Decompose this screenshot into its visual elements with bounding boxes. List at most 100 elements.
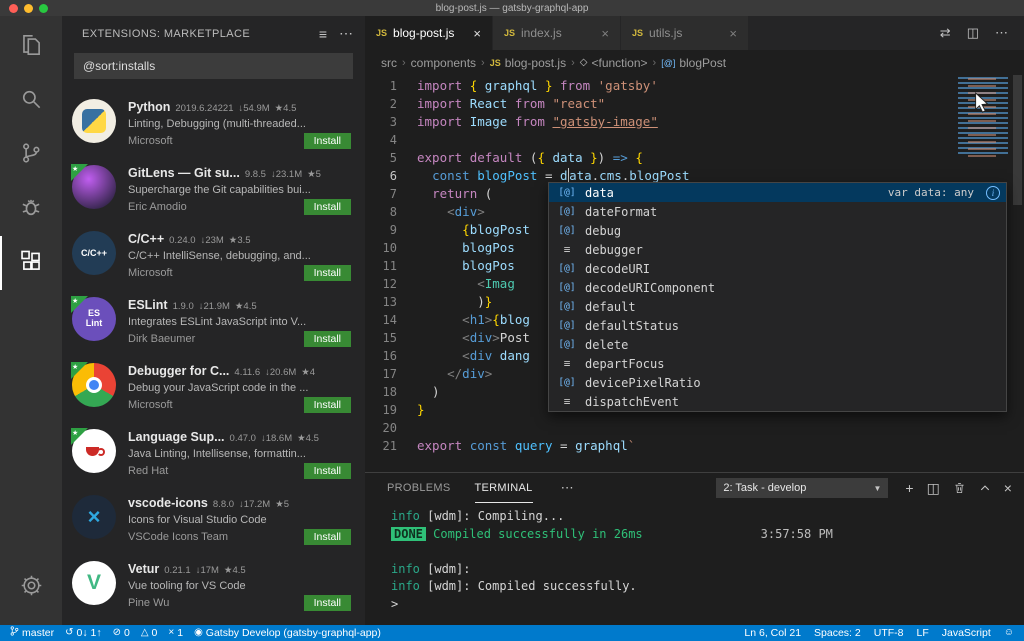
status-item[interactable]: LF — [916, 626, 928, 640]
extension-item[interactable]: ★ Language Sup... 0.47.0 ↓18.6M ★4.5 Java Lin… — [62, 419, 365, 485]
tab-terminal[interactable]: TERMINAL — [474, 473, 533, 503]
install-button[interactable]: Install — [303, 529, 351, 545]
extension-version: 0.47.0 — [229, 433, 256, 444]
suggest-item[interactable]: [@] decodeURIComponent — [549, 278, 1006, 297]
install-button[interactable]: Install — [303, 397, 351, 413]
extension-item[interactable]: Python 2019.6.24221 ↓54.9M ★4.5 Linting, Deb… — [62, 89, 365, 155]
extension-version: 2019.6.24221 — [175, 103, 234, 114]
install-button[interactable]: Install — [303, 265, 351, 281]
info-icon[interactable]: i — [986, 185, 1000, 200]
status-item[interactable]: UTF-8 — [874, 626, 904, 640]
suggest-item[interactable]: [@] data var data: any i — [549, 183, 1006, 202]
suggest-item[interactable]: [@] dateFormat — [549, 202, 1006, 221]
sidebar-item-debug[interactable] — [0, 182, 62, 236]
terminal-select-value: 2: Task - develop — [723, 482, 807, 494]
suggest-item[interactable]: [@] defaultStatus — [549, 316, 1006, 335]
more-actions-icon[interactable]: ⋯ — [339, 25, 353, 42]
filter-icon[interactable]: ≡ — [319, 26, 327, 42]
open-changes-icon[interactable]: ⇄ — [940, 25, 951, 41]
split-terminal-icon[interactable]: ◫ — [927, 480, 940, 497]
split-editor-icon[interactable]: ◫ — [967, 25, 979, 41]
close-tab-icon[interactable]: × — [601, 26, 609, 41]
sidebar-item-source-control[interactable] — [0, 128, 62, 182]
status-item[interactable]: Spaces: 2 — [814, 626, 861, 640]
extension-item[interactable]: V Vetur 0.21.1 ↓17M ★4.5 Vue tooling for VS C… — [62, 551, 365, 617]
suggest-item[interactable]: ≡ departFocus — [549, 354, 1006, 373]
close-tab-icon[interactable]: × — [473, 26, 481, 41]
settings-gear-icon — [19, 573, 44, 603]
install-button[interactable]: Install — [303, 331, 351, 347]
extension-item[interactable]: ★ GitLens — Git su... 9.8.5 ↓23.1M ★5 Superch… — [62, 155, 365, 221]
panel-action-icons: + ◫ × — [905, 480, 1012, 497]
tab-utils.js[interactable]: JS utils.js × — [621, 16, 749, 50]
extension-name: GitLens — Git su... — [128, 166, 240, 180]
more-actions-icon[interactable]: ⋯ — [995, 25, 1008, 41]
line-number: 13 — [382, 295, 397, 309]
suggest-item[interactable]: [@] debug — [549, 221, 1006, 240]
breadcrumb: src › components › JS blog-post.js › ◇ <function… — [365, 50, 1024, 75]
breadcrumb-item[interactable]: JS blog-post.js — [490, 56, 566, 70]
close-window-icon[interactable] — [9, 3, 18, 13]
close-panel-icon[interactable]: × — [1004, 480, 1012, 496]
close-tab-icon[interactable]: × — [729, 26, 737, 41]
status-item-gatsby-task[interactable]: ◉ Gatsby Develop (gatsby-graphql-app) — [194, 626, 381, 640]
suggest-item[interactable]: [@] decodeURI — [549, 259, 1006, 278]
extension-item[interactable]: × vscode-icons 8.8.0 ↓17.2M ★5 Icons for Visu… — [62, 485, 365, 551]
suggest-item[interactable]: [@] delete — [549, 335, 1006, 354]
status-item-warnings[interactable]: △ 0 — [141, 626, 158, 640]
status-item[interactable]: Ln 6, Col 21 — [744, 626, 801, 640]
status-item-feedback-smiley[interactable]: ☺ — [1004, 626, 1014, 640]
status-item-close[interactable]: × 1 — [168, 626, 183, 640]
tab-index.js[interactable]: JS index.js × — [493, 16, 621, 50]
manage-settings-button[interactable] — [0, 561, 62, 615]
recommended-flag-icon: ★ — [71, 428, 88, 445]
extension-name: vscode-icons — [128, 496, 208, 510]
install-button[interactable]: Install — [303, 133, 351, 149]
code-editor[interactable]: 1 import { graphql } from 'gatsby' 2 import… — [365, 75, 1024, 472]
status-item[interactable]: JavaScript — [942, 626, 991, 640]
tab-blog-post.js[interactable]: JS blog-post.js × — [365, 16, 493, 50]
suggest-item[interactable]: [@] devicePixelRatio — [549, 373, 1006, 392]
warnings-icon: △ — [140, 627, 149, 638]
breadcrumb-item[interactable]: src — [381, 56, 397, 70]
new-terminal-icon[interactable]: + — [905, 480, 913, 496]
zoom-window-icon[interactable] — [39, 3, 48, 13]
extension-name: Debugger for C... — [128, 364, 230, 378]
status-text: 1 — [177, 627, 184, 639]
terminal-output[interactable]: info [wdm]: Compiling... DONE Compiled su… — [365, 503, 1024, 625]
terminal-line: info [wdm]: Compiling... — [391, 509, 565, 523]
scrollbar-thumb[interactable] — [1013, 75, 1022, 205]
status-item-git-branch[interactable]: master — [10, 625, 54, 641]
breadcrumb-item[interactable]: components — [411, 56, 476, 70]
breadcrumb-item[interactable]: ◇ <function> — [580, 56, 648, 70]
status-item-sync[interactable]: ↺ 0↓ 1↑ — [65, 626, 102, 640]
suggest-item[interactable]: ≡ dispatchEvent — [549, 392, 1006, 411]
install-button[interactable]: Install — [303, 463, 351, 479]
extension-item[interactable]: ★ Debugger for C... 4.11.6 ↓20.6M ★4 Debug yo… — [62, 353, 365, 419]
status-item-errors[interactable]: ⊘ 0 — [113, 626, 130, 640]
panel-more-actions-icon[interactable]: ⋯ — [561, 480, 574, 496]
extension-item[interactable]: ★ ES Lint ESLint 1.9.0 ↓21.9M ★4.5 Integrates … — [62, 287, 365, 353]
extension-publisher: Dirk Baeumer — [128, 333, 196, 345]
breadcrumb-item[interactable]: [@] blogPost — [661, 56, 726, 70]
suggest-item[interactable]: [@] default — [549, 297, 1006, 316]
sidebar-item-search[interactable] — [0, 74, 62, 128]
install-button[interactable]: Install — [303, 595, 351, 611]
maximize-panel-icon[interactable] — [979, 482, 991, 494]
status-text: 0 — [151, 627, 158, 639]
chevron-right-icon: › — [652, 56, 657, 69]
extension-item[interactable]: C/C++ C/C++ 0.24.0 ↓23M ★3.5 C/C++ IntelliSen… — [62, 221, 365, 287]
install-button[interactable]: Install — [303, 199, 351, 215]
sidebar-item-explorer[interactable] — [0, 20, 62, 74]
feedback-smiley-icon: ☺ — [1003, 627, 1014, 638]
tab-problems[interactable]: PROBLEMS — [387, 473, 451, 503]
line-number: 5 — [389, 151, 397, 165]
terminal-select[interactable]: 2: Task - develop ▼ — [716, 478, 889, 498]
minimize-window-icon[interactable] — [24, 3, 33, 13]
suggest-item[interactable]: ≡ debugger — [549, 240, 1006, 259]
kill-terminal-icon[interactable] — [953, 481, 966, 495]
extensions-search-input[interactable] — [74, 53, 353, 79]
sidebar-item-extensions[interactable] — [0, 236, 62, 290]
editor-scrollbar[interactable] — [1011, 75, 1024, 472]
